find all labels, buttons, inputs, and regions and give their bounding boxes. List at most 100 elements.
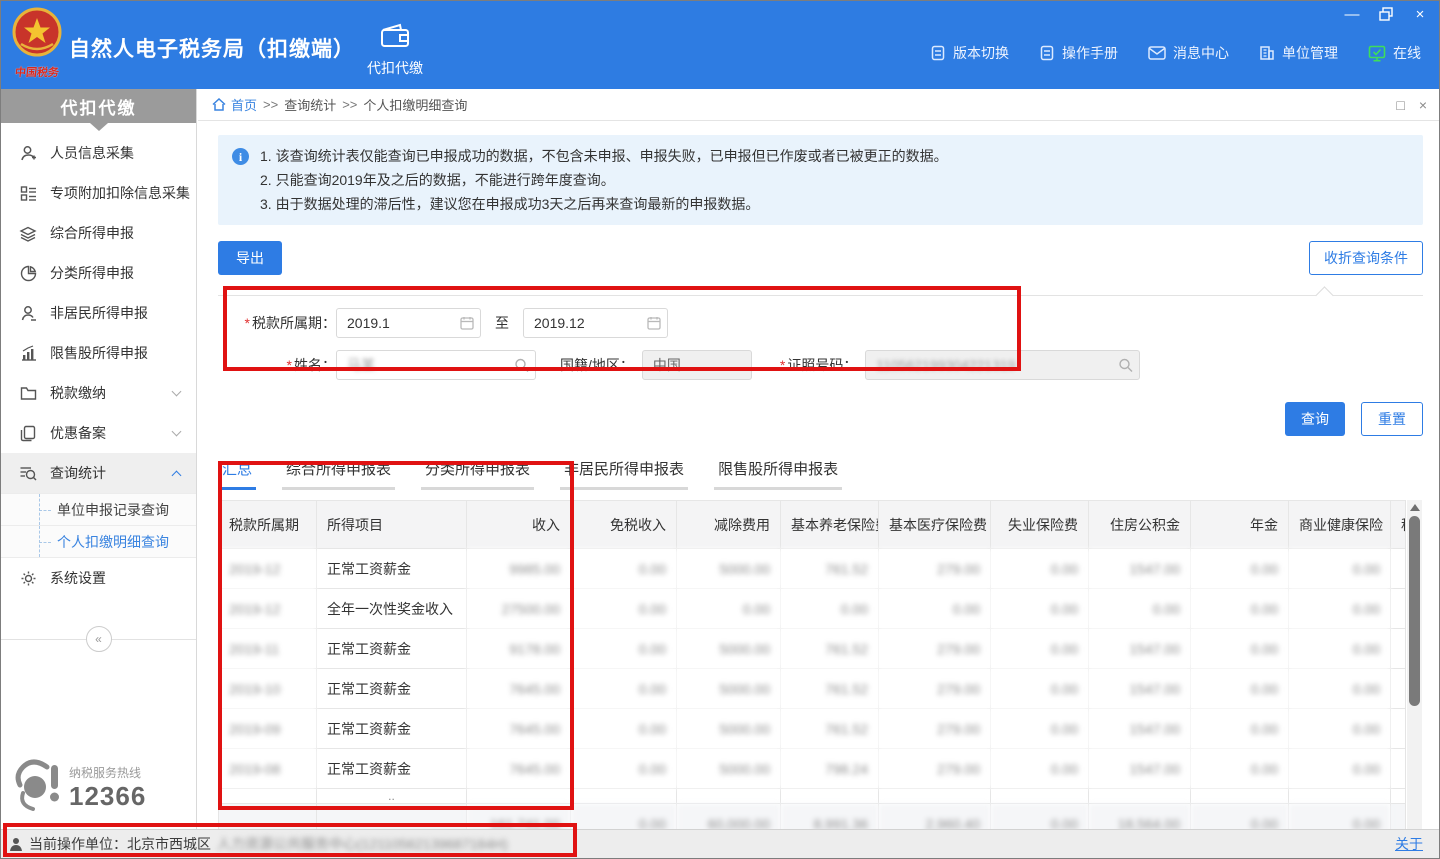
table-cell: 5000.00 — [677, 669, 781, 709]
table-cell: 2019-09 — [219, 709, 317, 749]
tab-restricted-shares[interactable]: 限售股所得申报表 — [714, 454, 842, 490]
table-cell — [1391, 549, 1407, 589]
column-header: 收入 — [467, 501, 571, 549]
about-link[interactable]: 关于 — [1395, 834, 1423, 854]
table-cell: 0.00 — [571, 549, 677, 589]
table-cell: 全年一次性奖金收入 — [317, 589, 467, 629]
sidebar-item-restricted-shares[interactable]: 限售股所得申报 — [1, 333, 196, 373]
id-number-field: 110562199304221319 — [865, 350, 1140, 380]
query-button[interactable]: 查询 — [1285, 402, 1345, 436]
column-header: 税 — [1391, 501, 1407, 549]
restore-icon[interactable] — [1377, 5, 1395, 23]
sidebar-item-special-deduction[interactable]: 专项附加扣除信息采集 — [1, 173, 196, 213]
query-panel-divider — [218, 295, 1423, 296]
table-cell — [991, 789, 1089, 804]
panel-maximize-icon[interactable]: □ — [1396, 97, 1404, 113]
content-panel: 首页 >> 查询统计 >> 个人扣缴明细查询 □ × i 1. 该查询统计表仅能… — [198, 89, 1439, 829]
result-tabs: 汇总 综合所得申报表 分类所得申报表 非居民所得申报表 限售股所得申报表 — [218, 454, 1423, 490]
nav-message-center[interactable]: 消息中心 — [1148, 43, 1229, 63]
sidebar-item-classified-income[interactable]: 分类所得申报 — [1, 253, 196, 293]
table-row: 2019-12全年一次性奖金收入27500.000.000.000.000.00… — [219, 589, 1407, 629]
sidebar-item-system-settings[interactable]: 系统设置 — [1, 558, 196, 598]
name-label: *姓名： — [218, 355, 336, 375]
table-cell: 0.00 — [991, 749, 1089, 789]
table-cell: 0.00 — [571, 749, 677, 789]
sidebar-item-nonresident-income[interactable]: 非居民所得申报 — [1, 293, 196, 333]
table-cell: 0.00 — [879, 589, 991, 629]
calendar-icon[interactable] — [647, 316, 661, 330]
online-status-label: 在线 — [1393, 43, 1421, 63]
tab-nonresident-income[interactable]: 非居民所得申报表 — [560, 454, 688, 490]
breadcrumb-separator: >> — [342, 97, 357, 112]
person-icon — [9, 837, 23, 852]
nav-version-switch[interactable]: 版本切换 — [930, 43, 1009, 63]
hotline-block: 纳税服务热线 12366 — [11, 759, 146, 817]
table-cell: 7645.00 — [467, 669, 571, 709]
id-number-input[interactable]: 110562199304221319 — [865, 350, 1140, 380]
table-header-row: 税款所属期所得项目收入免税收入减除费用基本养老保险费基本医疗保险费失业保险费住房… — [219, 501, 1407, 549]
breadcrumb-separator: >> — [263, 97, 278, 112]
minimize-icon[interactable]: — — [1343, 5, 1361, 23]
sidebar-item-tax-payment[interactable]: 税款缴纳 — [1, 373, 196, 413]
vertical-scroll-thumb[interactable] — [1409, 516, 1420, 706]
column-header: 免税收入 — [571, 501, 677, 549]
tab-comprehensive-income[interactable]: 综合所得申报表 — [282, 454, 395, 490]
close-icon[interactable]: × — [1411, 5, 1429, 23]
document-icon — [930, 45, 946, 61]
calendar-icon[interactable] — [460, 316, 474, 330]
search-icon[interactable] — [514, 358, 529, 373]
sidebar-subitem-personal-withholding-query[interactable]: 个人扣缴明细查询 — [1, 526, 196, 558]
tab-summary[interactable]: 汇总 — [218, 454, 256, 490]
collapse-query-conditions-button[interactable]: 收折查询条件 — [1309, 241, 1423, 275]
vertical-scrollbar[interactable] — [1407, 500, 1422, 829]
column-header: 商业健康保险 — [1289, 501, 1391, 549]
table-cell: 正常工资薪金 — [317, 749, 467, 789]
user-icon — [19, 144, 37, 162]
sidebar-item-personnel-info[interactable]: 人员信息采集 — [1, 133, 196, 173]
search-icon[interactable] — [1118, 358, 1133, 373]
table-cell: 1547.00 — [1089, 709, 1191, 749]
table-cell: 798.24 — [781, 749, 879, 789]
nav-user-manual[interactable]: 操作手册 — [1039, 43, 1118, 63]
table-cell — [467, 789, 571, 804]
breadcrumb-level2: 个人扣缴明细查询 — [363, 95, 467, 114]
hotline-label: 纳税服务热线 — [69, 764, 146, 781]
breadcrumb-level1[interactable]: 查询统计 — [284, 95, 336, 114]
table-cell: 0.00 — [1191, 804, 1289, 830]
nav-label: 版本切换 — [953, 43, 1009, 63]
tab-classified-income[interactable]: 分类所得申报表 — [421, 454, 534, 490]
scroll-up-arrow-icon[interactable] — [1410, 504, 1420, 511]
table-cell: 5000.00 — [677, 709, 781, 749]
folder-icon — [19, 384, 37, 402]
table-cell — [1391, 804, 1407, 830]
sidebar-item-label: 专项附加扣除信息采集 — [50, 183, 190, 203]
sidebar-item-comprehensive-income[interactable]: 综合所得申报 — [1, 213, 196, 253]
copy-icon — [19, 424, 37, 442]
module-tab-label: 代扣代缴 — [353, 58, 437, 78]
to-label: 至 — [495, 313, 509, 333]
table-cell: 0.00 — [1289, 804, 1391, 830]
nav-unit-management[interactable]: 单位管理 — [1259, 43, 1338, 63]
name-field: 马某 — [336, 350, 536, 380]
sidebar-item-preferential-filing[interactable]: 优惠备案 — [1, 413, 196, 453]
breadcrumb-home[interactable]: 首页 — [212, 95, 257, 114]
table-cell: 161,741.00 — [467, 804, 571, 830]
export-button[interactable]: 导出 — [218, 241, 282, 275]
reset-button[interactable]: 重置 — [1361, 402, 1423, 436]
table-cell: 正常工资薪金 — [317, 629, 467, 669]
column-header: 年金 — [1191, 501, 1289, 549]
column-header: 住房公积金 — [1089, 501, 1191, 549]
panel-close-icon[interactable]: × — [1419, 97, 1427, 113]
nationality-input[interactable] — [642, 350, 752, 380]
form-actions: 查询 重置 — [218, 402, 1423, 436]
sidebar-collapse-button[interactable]: « — [86, 626, 112, 652]
sidebar-subitem-unit-declaration-query[interactable]: 单位申报记录查询 — [1, 494, 196, 526]
name-input[interactable]: 马某 — [336, 350, 536, 380]
table-cell: 0.00 — [991, 709, 1089, 749]
module-tab-withholding[interactable]: 代扣代缴 — [353, 23, 437, 78]
form-row-period: *税款所属期： 至 — [218, 308, 1423, 338]
sidebar-item-query-statistics[interactable]: 查询统计 — [1, 453, 196, 493]
table-cell: 1547.00 — [1089, 669, 1191, 709]
envelope-icon — [1148, 46, 1166, 60]
list-icon — [19, 184, 37, 202]
